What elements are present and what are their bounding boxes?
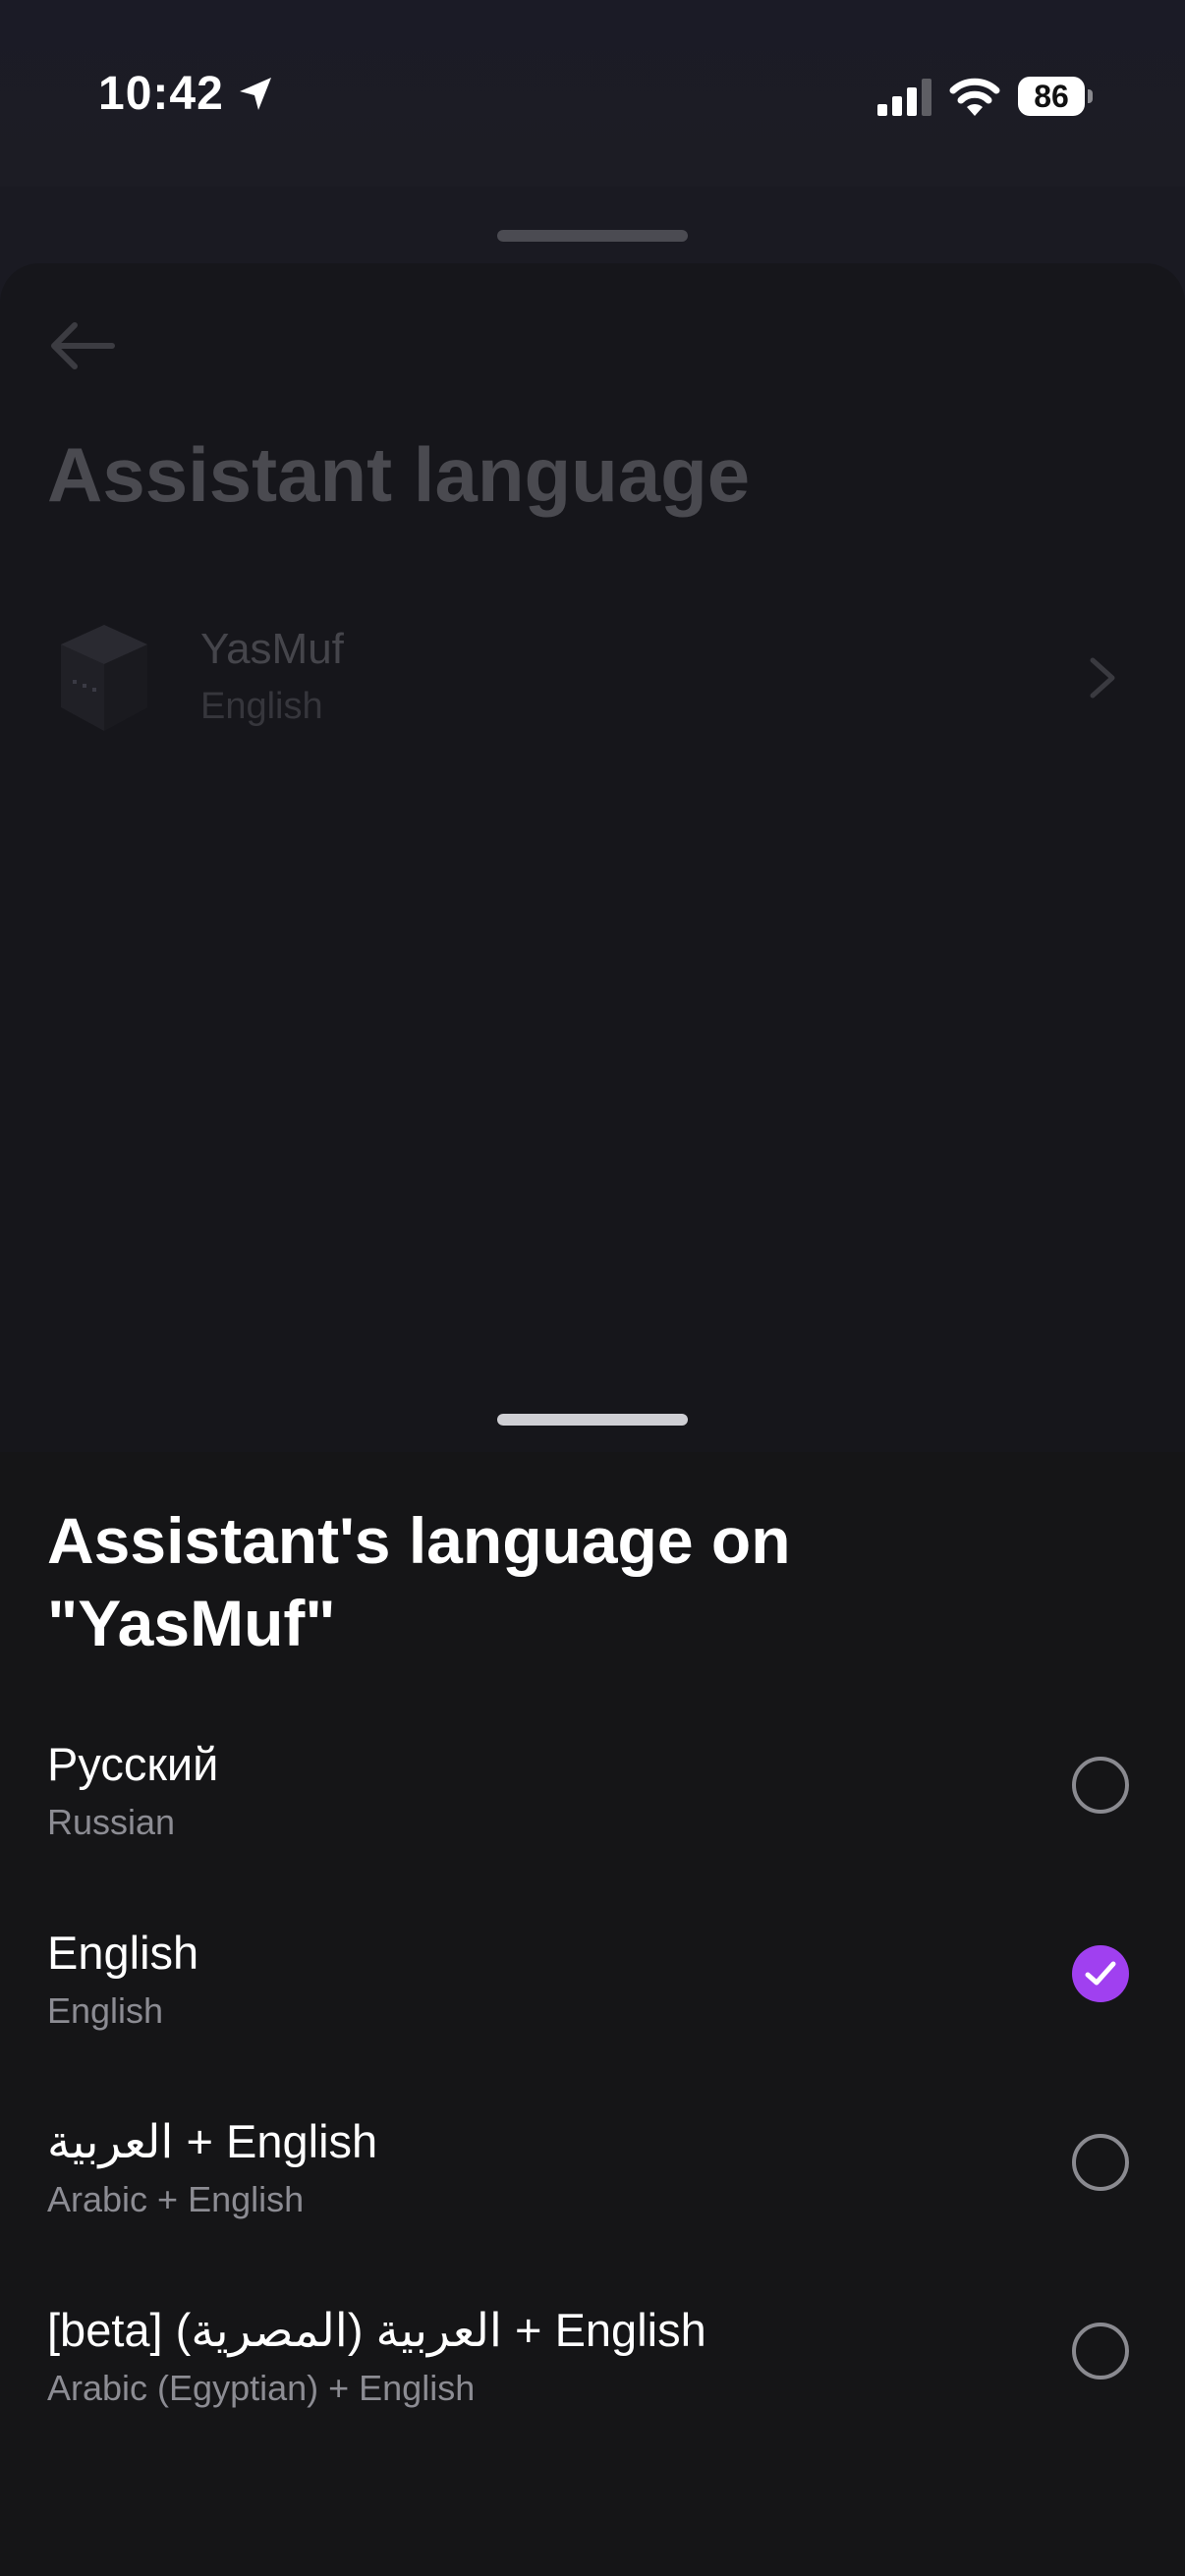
option-label: English	[47, 1927, 199, 1979]
sheet-grabber[interactable]	[497, 1414, 688, 1426]
option-russian[interactable]: Русский Russian	[0, 1737, 1185, 1926]
option-sublabel: English	[47, 1990, 164, 2031]
option-arabic-english[interactable]: العربية + English Arabic + English	[0, 2114, 1185, 2303]
radio-button[interactable]	[1072, 2323, 1129, 2380]
status-bar: 10:42 86	[0, 0, 1185, 187]
radio-button[interactable]	[1072, 2134, 1129, 2191]
option-arabic-egyptian-english[interactable]: [beta] (العربية (المصرية + English Arabi…	[0, 2303, 1185, 2492]
option-sublabel: Arabic + English	[47, 2179, 305, 2219]
battery-level: 86	[1018, 77, 1085, 116]
radio-button[interactable]	[1072, 1757, 1129, 1814]
option-label: Русский	[47, 1738, 219, 1790]
page-grabber[interactable]	[497, 230, 688, 242]
battery-tip	[1088, 89, 1093, 103]
option-sublabel: Arabic (Egyptian) + English	[47, 2368, 476, 2408]
device-language: English	[200, 686, 323, 727]
radio-button-selected[interactable]	[1072, 1945, 1129, 2002]
location-arrow-icon	[240, 78, 271, 110]
smart-speaker-icon	[61, 625, 147, 731]
device-name: YasMuf	[200, 625, 344, 673]
option-sublabel: Russian	[47, 1802, 176, 1842]
sheet-title: Assistant's language on "YasMuf"	[47, 1504, 791, 1659]
device-row[interactable]: YasMuf English	[0, 599, 1185, 756]
cellular-signal-icon	[877, 79, 931, 116]
page-title: Assistant language	[47, 431, 751, 518]
option-label: [beta] (العربية (المصرية + English	[47, 2304, 706, 2356]
language-sheet: Assistant's language on "YasMuf" Русский…	[0, 1452, 1185, 2576]
battery-icon: 86	[1018, 77, 1093, 116]
checkmark-icon	[1085, 1961, 1116, 1986]
option-english[interactable]: English English	[0, 1926, 1185, 2114]
status-time: 10:42	[98, 68, 224, 120]
wifi-icon	[949, 78, 1000, 116]
option-label: العربية + English	[47, 2115, 378, 2167]
back-arrow-icon[interactable]	[47, 320, 116, 371]
chevron-right-icon	[1090, 657, 1115, 699]
